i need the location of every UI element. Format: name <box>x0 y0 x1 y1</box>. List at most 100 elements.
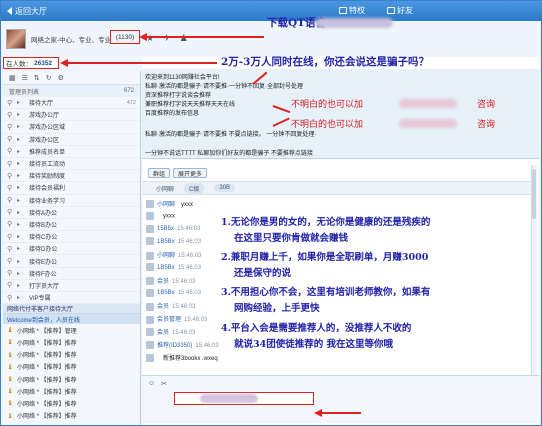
message-sender[interactable]: 会员 <box>157 330 169 336</box>
sidebar-channel-item[interactable]: ⚲ ▸ 接待大厅 472 <box>3 97 140 110</box>
message-sender[interactable]: 推荐(ID3350) <box>157 343 192 349</box>
chat-message: 推荐(ID3350) 15:46:03 <box>146 340 222 350</box>
user-name: 小网络 * 【推荐】推荐 <box>17 401 77 408</box>
sidebar-channel-item[interactable]: ⚲ ▸ 接待奖励制度 <box>3 170 140 183</box>
sidebar-channel-item[interactable]: ⚲ ▸ VIP专属 <box>3 292 140 305</box>
sidebar-user-list-header[interactable]: Welcome到会员，人员在线 <box>3 314 140 325</box>
notice-line: 一分钟不说话TTTT 私聊加你们好友的都是骗子 不要推荐点链接 <box>145 151 313 157</box>
message-sender[interactable]: 小网聊 <box>157 202 175 208</box>
tab-friends[interactable]: 好友 <box>387 5 413 16</box>
sidebar-channel-item[interactable]: ⚲ ▸ 接待E办公 <box>3 255 140 268</box>
room-notice: 欢迎来到1130网赚社会平台! 私聊·激活的都是骗子·请不要推·一分钟不回复·全… <box>142 69 539 159</box>
bell-icon: ♝ <box>7 351 14 359</box>
avatar[interactable] <box>146 328 154 337</box>
arrow-to-input <box>321 412 361 414</box>
sidebar-channel-item[interactable]: ⚲ ▸ 接待D办公 <box>3 243 140 256</box>
user-list-item[interactable]: ♝ 小网络 * 【推荐】推荐 <box>3 397 140 409</box>
chat-scroll-thumb[interactable] <box>532 169 536 219</box>
avatar[interactable] <box>146 263 154 271</box>
user-list-item[interactable]: ♝ 小网络 * 【推荐】推荐 <box>3 361 140 373</box>
notice-line: 私聊·激活的都是骗子·请不要推 不要点链接。 一分钟不回复处理· <box>145 132 317 138</box>
avatar[interactable] <box>146 237 154 246</box>
user-list-item[interactable]: ♝ 小网络 * 【推荐】管理 <box>3 324 140 336</box>
channel-name: 接待C办公 <box>29 235 58 242</box>
emoji-icon[interactable]: ☺ <box>148 380 155 388</box>
message-sender[interactable]: 1B5Bx <box>157 239 175 245</box>
sidebar-channel-item[interactable]: ⚲ ▸ 接待B办公 <box>3 219 140 232</box>
sidebar-channel-item[interactable]: ⚲ ▸ 接待A办公 <box>3 207 140 219</box>
message-sender[interactable]: 会员 <box>157 304 169 310</box>
sidebar-channel-item[interactable]: ⚲ ▸ 接待C办公 <box>3 231 140 244</box>
message-text: 新推荐3bookx .wxeq <box>163 355 218 362</box>
avatar[interactable] <box>146 354 154 363</box>
settings-icon[interactable]: ⚙ <box>58 74 64 82</box>
channel-name: 游戏办公区域 <box>29 125 66 132</box>
avatar[interactable] <box>146 277 154 286</box>
speaker-icon: ▸ <box>17 258 21 265</box>
avatar[interactable] <box>146 211 154 220</box>
search-icon: ⚲ <box>7 197 13 205</box>
search-icon: ⚲ <box>7 136 13 144</box>
sidebar-channel-item[interactable]: ⚲ ▸ 游戏办公厅 <box>3 109 140 122</box>
message-sender[interactable]: 会员管理 <box>157 317 181 323</box>
user-list-item[interactable]: ♝ 小网络 * 【推荐】推荐 <box>3 336 140 348</box>
sidebar-channel-item[interactable]: ⚲ ▸ 游戏办公区 <box>3 134 140 146</box>
user-list-item[interactable]: ♝ 小网络 * 【推荐】推荐 <box>3 349 140 361</box>
notice-line: 资深推荐打字说谈会推荐 <box>145 93 212 99</box>
message-sender[interactable]: 1B5Bx <box>157 265 175 271</box>
tab-privilege[interactable]: 特权 <box>339 5 365 16</box>
channel-name: 打字员大厅 <box>29 283 60 290</box>
user-list-item[interactable]: ♝ 小网络 * 【推荐】推荐 <box>3 373 140 385</box>
sidebar-toolbar: ▦ ☰ ⇅ ↻ ⚙ <box>3 71 140 85</box>
sidebar-channel-item[interactable]: ⚲ ▸ 推荐成员名单 <box>3 146 140 158</box>
sidebar-channel-item[interactable]: ⚲ ▸ 接待员工流动 <box>3 158 140 171</box>
scissors-icon[interactable]: ✂ <box>161 380 167 388</box>
sidebar-channel-item[interactable]: ⚲ ▸ 游戏办公区域 <box>3 121 140 134</box>
tab-group[interactable]: 群组 <box>148 168 171 178</box>
user-name: 小网络 * 【推荐】管理 <box>17 328 77 335</box>
plane-icon[interactable]: ✈ <box>163 33 171 44</box>
chat-message: 1B5Bx 15:46:03 <box>146 288 204 297</box>
grid-icon[interactable]: ▦ <box>9 74 16 82</box>
avatar[interactable] <box>146 224 154 233</box>
level-badge: C级 <box>184 182 205 194</box>
list-icon[interactable]: ☰ <box>22 74 28 82</box>
pitch-line: 3.不用担心你不会，这里有培训老师教你，如果有 <box>221 287 431 299</box>
room-avatar[interactable] <box>6 29 26 49</box>
message-sender[interactable]: 会员 <box>157 279 169 285</box>
pitch-line: 4.平台入会是需要推荐人的，没推荐人不收的 <box>221 322 412 334</box>
avatar[interactable] <box>146 315 154 324</box>
sidebar-section[interactable]: 网络代付非客户接待大厅 <box>3 304 140 315</box>
channel-name: 接待大厅 <box>29 101 54 108</box>
annotation-pitch-list: 1.无论你是男的女的，无论你是健康的还是残疾的 在这里只要你肯做就会赚钱 2.兼… <box>221 215 536 356</box>
user-list-item[interactable]: ♝ 小网络 * 【推荐】推荐 <box>3 410 140 422</box>
user-name: 小网络 * 【推荐】推荐 <box>17 377 77 384</box>
channel-name: 接待会员福利 <box>29 186 66 193</box>
pitch-line: 还是保守的说 <box>234 268 292 280</box>
pitch-line: 2.兼职月赚上千，如果你是全职刷单，月赚3000 <box>221 252 429 264</box>
back-to-lobby-button[interactable]: 返回大厅 <box>7 6 47 17</box>
sidebar-channel-item[interactable]: ⚲ ▸ 接待F办公 <box>3 268 140 280</box>
star-icon[interactable]: ★ <box>146 33 154 44</box>
user-list-item[interactable]: ♝ 小网络 * 【推荐】推荐 <box>3 385 140 397</box>
sidebar-channel-item[interactable]: ⚲ ▸ 打字员大厅 <box>3 280 140 292</box>
tab-expand-more[interactable]: 展开更多 <box>173 168 208 178</box>
speaker-icon: ▸ <box>17 270 21 277</box>
avatar[interactable] <box>146 302 154 311</box>
speaker-icon: ▸ <box>17 234 21 241</box>
message-sender[interactable]: 小网聊 <box>157 253 175 259</box>
message-sender[interactable]: 15B5x <box>157 226 174 232</box>
message-sender[interactable]: 1B5Bx <box>157 290 175 296</box>
refresh-icon[interactable]: ↻ <box>46 74 52 82</box>
sidebar-channel-item[interactable]: ⚲ ▸ 接待会员福利 <box>3 182 140 195</box>
avatar[interactable] <box>146 251 154 260</box>
avatar[interactable] <box>146 341 154 350</box>
channel-sidebar: ▦ ☰ ⇅ ↻ ⚙ 管理员列表 672 ⚲ ▸ 接待大厅 472 ⚲ ▸ 游戏办公厅 ⚲ ▸ 游戏… <box>3 71 141 425</box>
friends-icon <box>387 7 395 14</box>
add-user-icon[interactable]: ♟ <box>180 33 188 44</box>
avatar[interactable] <box>146 288 154 297</box>
sidebar-channel-item[interactable]: ⚲ ▸ 接待业务学习 <box>3 195 140 207</box>
search-icon: ⚲ <box>7 148 13 156</box>
sort-icon[interactable]: ⇅ <box>34 74 40 82</box>
avatar[interactable] <box>146 200 154 209</box>
